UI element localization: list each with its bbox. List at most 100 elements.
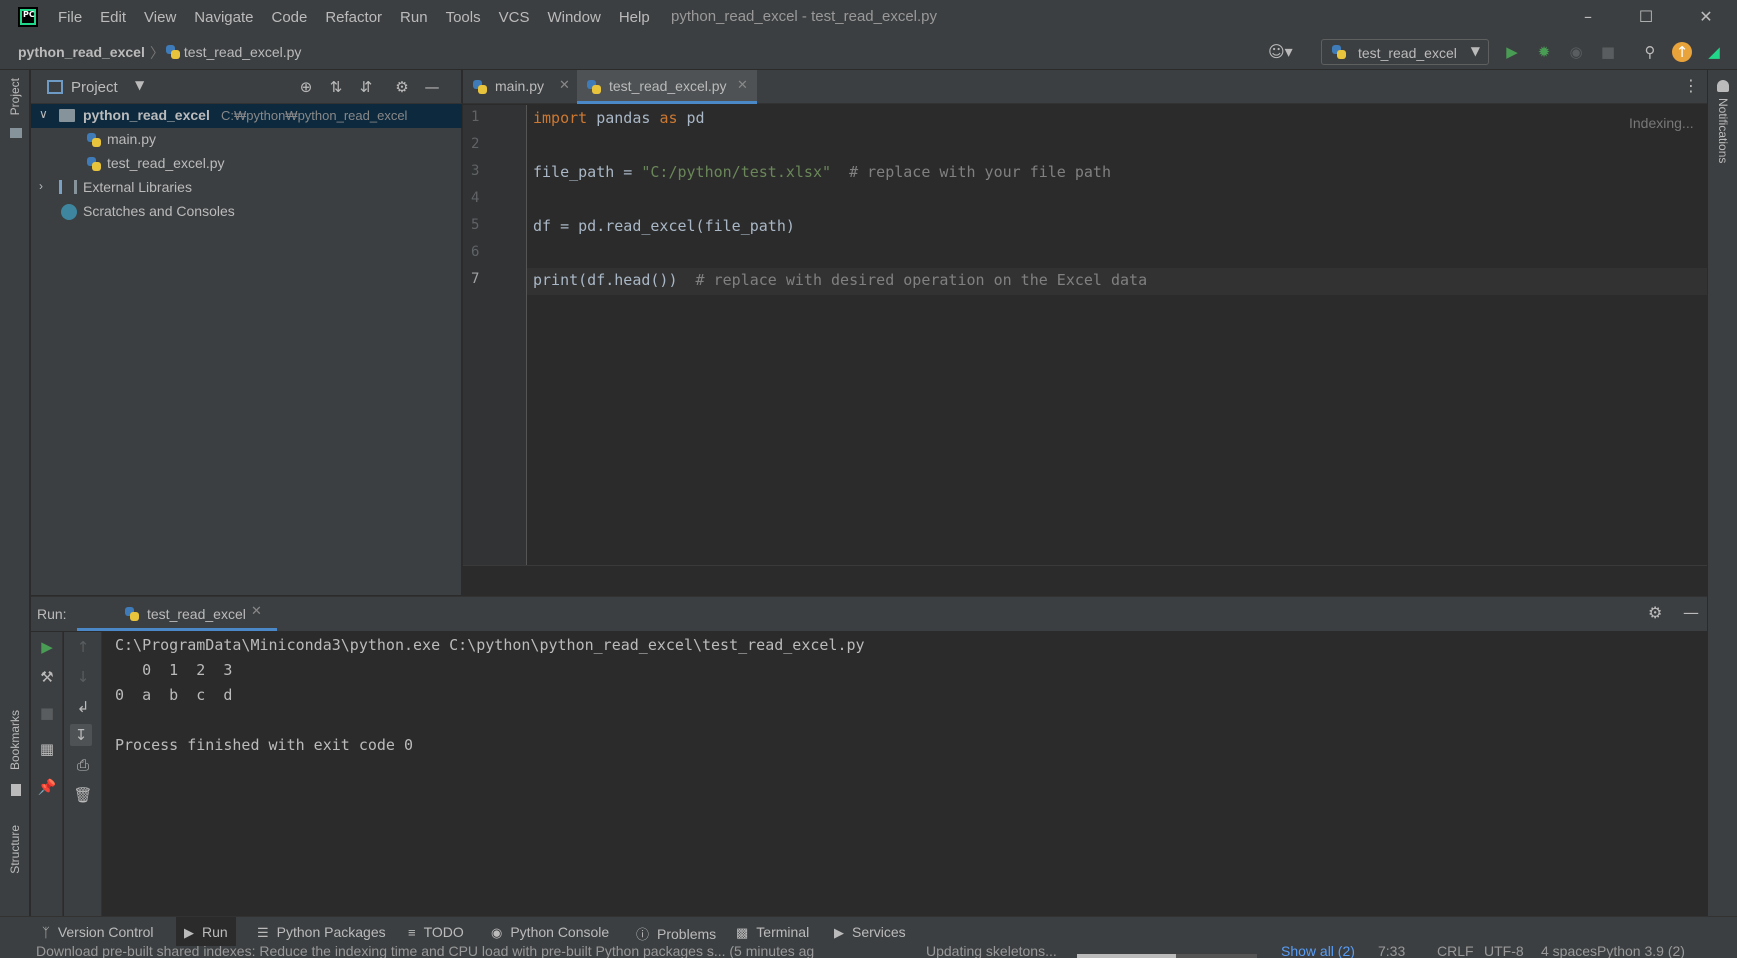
- gear-icon[interactable]: ⚙: [1648, 603, 1662, 622]
- toolbox-icon[interactable]: ◢: [1704, 42, 1724, 62]
- structure-tool-label[interactable]: Structure: [8, 825, 22, 874]
- branch-icon: ᛉ: [42, 925, 50, 940]
- project-folder-icon[interactable]: [10, 128, 22, 138]
- tool-run[interactable]: ▶ Run: [176, 917, 236, 947]
- collapse-all-icon[interactable]: ⇵: [356, 77, 376, 97]
- soft-wrap-icon[interactable]: ↲: [72, 696, 94, 718]
- close-icon[interactable]: ✕: [559, 77, 570, 93]
- tool-python-console[interactable]: ◉ Python Console: [491, 924, 609, 941]
- layout-icon[interactable]: ▦: [36, 738, 58, 760]
- editor-horizontal-scroll-area[interactable]: [463, 565, 1707, 595]
- bookmarks-tool-label[interactable]: Bookmarks: [8, 710, 22, 770]
- caret-position[interactable]: 7:33: [1378, 946, 1405, 958]
- status-message[interactable]: Download pre-built shared indexes: Reduc…: [36, 946, 814, 958]
- breadcrumb-file[interactable]: test_read_excel.py: [166, 44, 301, 60]
- python-icon: [1332, 45, 1346, 59]
- hide-panel-icon[interactable]: —: [422, 77, 442, 97]
- tool-todo[interactable]: ≡ TODO: [408, 924, 464, 940]
- menu-window[interactable]: Window: [547, 9, 600, 26]
- tool-python-packages[interactable]: ☰ Python Packages: [257, 924, 386, 941]
- pin-icon[interactable]: 📌: [36, 776, 58, 798]
- run-panel-title: Run:: [37, 606, 67, 622]
- menu-edit[interactable]: Edit: [100, 9, 126, 26]
- menu-refactor[interactable]: Refactor: [325, 9, 382, 26]
- keyword-token: as: [659, 109, 678, 127]
- user-icon[interactable]: ☺▾: [1268, 42, 1298, 62]
- update-icon[interactable]: ↑: [1672, 42, 1692, 62]
- rerun-icon[interactable]: ▶: [36, 636, 58, 658]
- coverage-icon[interactable]: ◉: [1566, 42, 1586, 62]
- run-toolbar-secondary: ↑ ↓ ↲ ↧ ⎙ 🗑: [64, 632, 102, 917]
- run-tab[interactable]: test_read_excel ✕: [77, 597, 277, 631]
- locate-icon[interactable]: ⊕: [296, 77, 316, 97]
- run-tool-window: Run: test_read_excel ✕ ⚙ — ▶ ⚒ ■ ▦ 📌 ↑ ↓…: [31, 596, 1707, 917]
- maximize-button[interactable]: ☐: [1634, 5, 1658, 29]
- tool-version-control[interactable]: ᛉ Version Control: [42, 924, 154, 940]
- close-window-button[interactable]: ✕: [1694, 5, 1718, 29]
- run-configuration-select[interactable]: test_read_excel ▼: [1321, 39, 1489, 65]
- code-line-1[interactable]: import pandas as pd: [533, 109, 705, 127]
- tree-item-external-libraries[interactable]: › External Libraries: [31, 176, 462, 200]
- stop-icon[interactable]: ■: [36, 702, 58, 724]
- tree-item-scratches[interactable]: Scratches and Consoles: [31, 200, 462, 224]
- chevron-down-icon[interactable]: ∨: [39, 107, 48, 121]
- run-panel-header: Run: test_read_excel ✕ ⚙ —: [31, 597, 1707, 631]
- tree-item-main-py[interactable]: main.py: [31, 128, 462, 152]
- indent-setting[interactable]: 4 spaces: [1541, 946, 1597, 958]
- tab-test-read-excel-py[interactable]: test_read_excel.py ✕: [577, 70, 757, 104]
- code-line-3[interactable]: file_path = "C:/python/test.xlsx" # repl…: [533, 163, 1111, 181]
- python-interpreter[interactable]: Python 3.9 (2): [1597, 946, 1685, 958]
- menu-tools[interactable]: Tools: [446, 9, 481, 26]
- close-icon[interactable]: ✕: [737, 77, 748, 93]
- arrow-down-icon[interactable]: ↓: [72, 666, 94, 688]
- scroll-to-end-icon[interactable]: ↧: [70, 724, 92, 746]
- wrench-icon[interactable]: ⚒: [36, 666, 58, 688]
- project-tool-label[interactable]: Project: [8, 78, 22, 115]
- gear-icon[interactable]: ⚙: [392, 77, 412, 97]
- run-icon[interactable]: ▶: [1502, 42, 1522, 62]
- notification-bell-icon[interactable]: [1717, 80, 1729, 92]
- menu-file[interactable]: File: [58, 9, 82, 26]
- bookmark-icon[interactable]: [11, 784, 21, 796]
- minimize-button[interactable]: –: [1576, 5, 1600, 29]
- tool-terminal[interactable]: ▩ Terminal: [736, 924, 809, 941]
- close-icon[interactable]: ✕: [251, 604, 262, 619]
- code-editor[interactable]: 1 2 3 4 5 6 7 import pandas as pd file_p…: [463, 105, 1707, 565]
- code-line-5[interactable]: df = pd.read_excel(file_path): [533, 217, 795, 235]
- line-separator[interactable]: CRLF: [1437, 946, 1474, 958]
- expand-all-icon[interactable]: ⇅: [326, 77, 346, 97]
- tool-problems[interactable]: ⓘ Problems: [636, 924, 716, 943]
- debug-icon[interactable]: ✹: [1534, 42, 1554, 62]
- trash-icon[interactable]: 🗑: [72, 784, 94, 806]
- breadcrumb-project[interactable]: python_read_excel: [18, 44, 145, 60]
- menu-vcs[interactable]: VCS: [499, 9, 530, 26]
- hide-panel-icon[interactable]: —: [1683, 603, 1699, 622]
- menu-help[interactable]: Help: [619, 9, 650, 26]
- code-token: print(df.head()): [533, 271, 678, 289]
- arrow-up-icon[interactable]: ↑: [72, 636, 94, 658]
- print-icon[interactable]: ⎙: [72, 754, 94, 776]
- tool-services[interactable]: ▶ Services: [834, 924, 906, 941]
- chevron-down-icon[interactable]: ▼: [135, 78, 144, 92]
- chevron-right-icon[interactable]: ›: [39, 179, 43, 193]
- menu-code[interactable]: Code: [271, 9, 307, 26]
- notifications-tool-label[interactable]: Notifications: [1716, 98, 1730, 163]
- services-icon: ▶: [834, 925, 844, 940]
- menu-navigate[interactable]: Navigate: [194, 9, 253, 26]
- show-all-link[interactable]: Show all (2): [1281, 946, 1355, 958]
- stop-icon[interactable]: ■: [1598, 42, 1618, 62]
- file-encoding[interactable]: UTF-8: [1484, 946, 1524, 958]
- menu-view[interactable]: View: [144, 9, 176, 26]
- line-number: 4: [471, 190, 480, 206]
- menu-run[interactable]: Run: [400, 9, 428, 26]
- tree-item-test-read-excel-py[interactable]: test_read_excel.py: [31, 152, 462, 176]
- project-panel-title[interactable]: Project: [71, 79, 118, 96]
- tree-item-project-root[interactable]: ∨ python_read_excel C:₩python₩python_rea…: [31, 104, 462, 128]
- code-line-7[interactable]: print(df.head()) # replace with desired …: [533, 271, 1147, 289]
- search-icon[interactable]: ⚲: [1640, 42, 1660, 62]
- tab-main-py[interactable]: main.py ✕: [463, 70, 577, 104]
- console-output[interactable]: C:\ProgramData\Miniconda3\python.exe C:\…: [103, 632, 1707, 917]
- tree-item-label: External Libraries: [83, 179, 192, 195]
- tool-label: Version Control: [57, 924, 154, 940]
- more-options-icon[interactable]: ⋮: [1683, 76, 1699, 95]
